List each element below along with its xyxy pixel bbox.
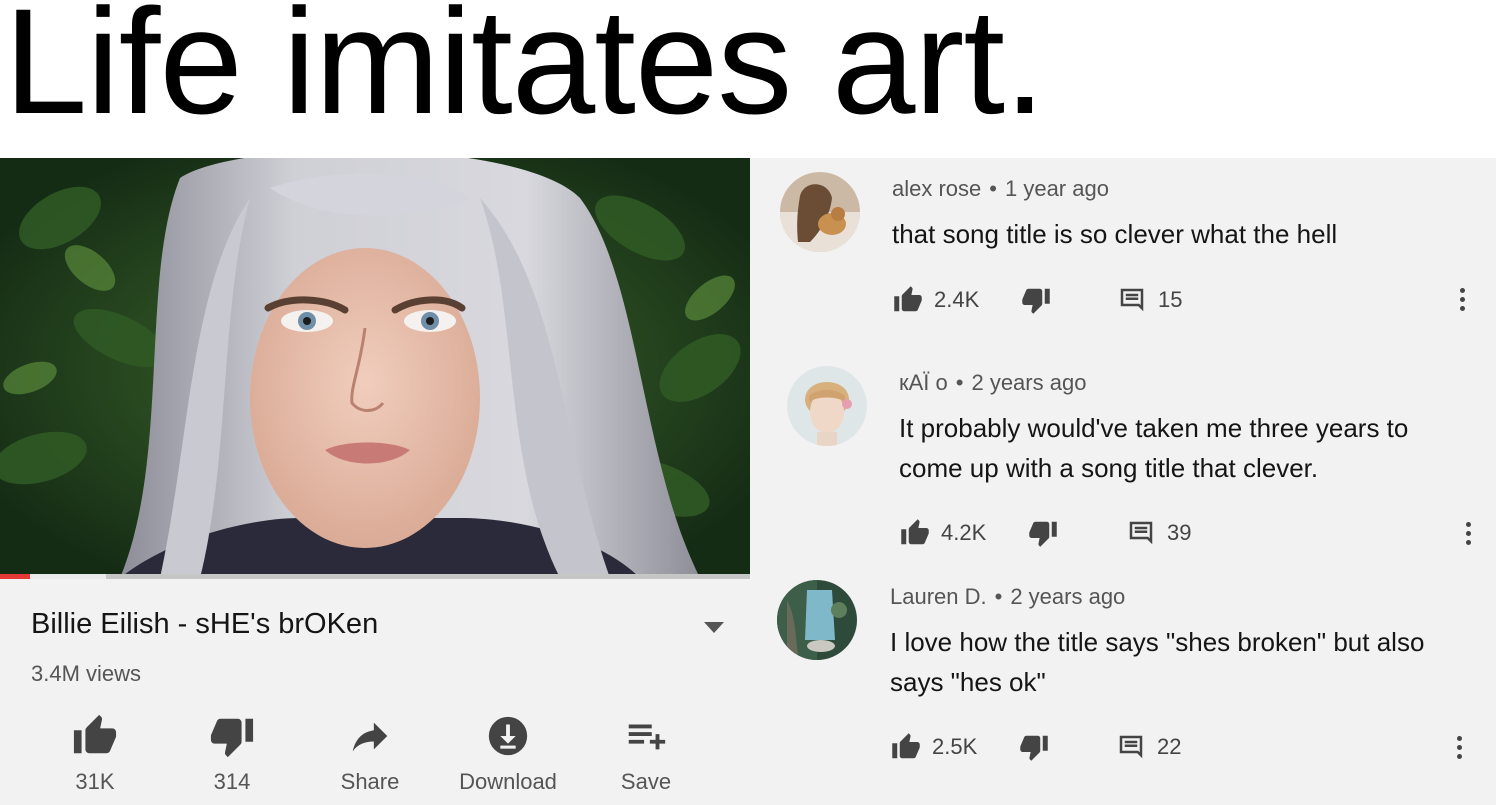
share-button[interactable]: Share [305, 713, 435, 794]
view-count: 3.4M views [31, 661, 142, 686]
dislike-count: 314 [213, 769, 251, 794]
thumbs-up-icon [901, 519, 929, 545]
add-to-playlist-icon [628, 724, 666, 750]
comment-like-count: 4.2K [941, 520, 987, 545]
thumbs-up-icon [892, 733, 920, 759]
comment-author[interactable]: кАЇ о [899, 370, 948, 395]
comment-more-icon[interactable] [1456, 288, 1468, 318]
share-label: Share [340, 769, 400, 794]
avatar[interactable] [777, 580, 857, 660]
comment-meta: кАЇ о • 2 years ago [899, 370, 1087, 395]
download-label: Download [459, 769, 557, 794]
comment-time: 2 years ago [1010, 584, 1126, 609]
avatar[interactable] [787, 366, 867, 446]
comments-panel: alex rose • 1 year ago that song title is … [750, 158, 1496, 805]
comment-reply-count: 15 [1158, 287, 1183, 312]
comment-reply-count: 39 [1167, 520, 1192, 545]
comment-text: It probably would've taken me three year… [899, 413, 1409, 483]
comment-author[interactable]: Lauren D. [890, 584, 987, 609]
progress-buffered [30, 574, 106, 579]
thumbs-down-icon [210, 718, 254, 758]
thumbs-up-icon [73, 714, 117, 754]
like-button[interactable]: 31K [30, 713, 160, 794]
comment-meta: alex rose • 1 year ago [892, 176, 1109, 201]
comment-text: that song title is so clever what the he… [892, 219, 1338, 249]
comment-author[interactable]: alex rose [892, 176, 981, 201]
save-button[interactable]: Save [581, 713, 711, 794]
thumbs-down-icon [1029, 521, 1057, 547]
expand-description-icon[interactable] [704, 622, 724, 633]
comment-actions: 2.5K 22 [890, 730, 1490, 766]
comment-actions: 4.2K 39 [899, 516, 1496, 552]
thumbs-down-icon [1020, 735, 1048, 761]
save-label: Save [620, 769, 672, 794]
download-button[interactable]: Download [443, 713, 573, 794]
comment-like-count: 2.5K [932, 734, 978, 759]
dislike-button[interactable]: 314 [167, 713, 297, 794]
share-arrow-icon [352, 722, 388, 752]
comment-time: 2 years ago [971, 370, 1087, 395]
video-title: Billie Eilish - sHE's brOKen [31, 608, 379, 640]
video-panel: Billie Eilish - sHE's brOKen 3.4M views … [0, 158, 750, 805]
like-count: 31K [75, 769, 115, 794]
reply-comment-icon [1129, 521, 1153, 545]
reply-comment-icon [1119, 735, 1143, 759]
comment-more-icon[interactable] [1462, 522, 1474, 552]
meme-headline: Life imitates art. [4, 0, 1046, 145]
progress-played [0, 574, 30, 579]
video-progress-bar[interactable] [0, 574, 750, 579]
thumbs-up-icon [894, 286, 922, 312]
comment-reply-count: 22 [1157, 734, 1182, 759]
video-actions-bar: 31K 314 Share Download Save [40, 713, 720, 794]
download-icon [488, 716, 528, 756]
thumbs-down-icon [1022, 288, 1050, 314]
avatar[interactable] [780, 172, 860, 252]
comment-time: 1 year ago [1004, 176, 1109, 201]
comment-text: I love how the title says "shes broken" … [890, 627, 1425, 697]
comment-meta: Lauren D. • 2 years ago [890, 584, 1126, 609]
reply-comment-icon [1120, 288, 1144, 312]
comment-more-icon[interactable] [1453, 736, 1465, 766]
comment-actions: 2.4K 15 [892, 283, 1492, 319]
video-thumbnail[interactable] [0, 158, 750, 578]
comment-like-count: 2.4K [934, 287, 980, 312]
